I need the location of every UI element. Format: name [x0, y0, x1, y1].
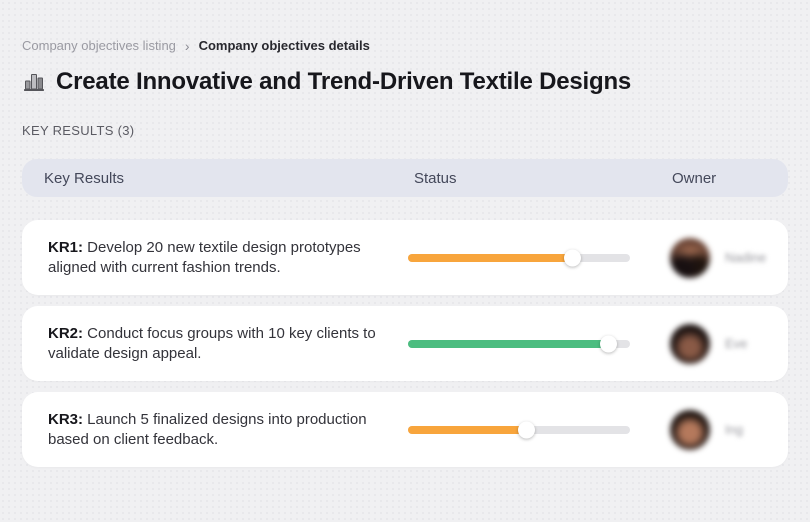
status-cell: [408, 249, 666, 266]
kr-id-label: KR3:: [48, 410, 84, 428]
owner-name: Eve: [725, 336, 748, 351]
objective-details-page: Company objectives listing › Company obj…: [0, 0, 810, 522]
progress-slider[interactable]: [408, 335, 630, 352]
progress-fill: [408, 335, 617, 352]
slider-thumb[interactable]: [517, 421, 535, 438]
title-row: Create Innovative and Trend-Driven Texti…: [22, 68, 788, 96]
progress-slider[interactable]: [408, 421, 630, 438]
key-results-count-label: KEY RESULTS (3): [22, 123, 135, 138]
kr-id-label: KR2:: [48, 324, 84, 342]
progress-slider[interactable]: [408, 249, 630, 266]
slider-thumb[interactable]: [564, 249, 582, 266]
table-row[interactable]: KR3: Launch 5 finalized designs into pro…: [22, 392, 788, 467]
table-row[interactable]: KR2: Conduct focus groups with 10 key cl…: [22, 306, 788, 381]
progress-fill: [408, 249, 582, 266]
table-row[interactable]: KR1: Develop 20 new textile design proto…: [22, 220, 788, 295]
column-header-owner: Owner: [672, 169, 717, 187]
kr-description: KR3: Launch 5 finalized designs into pro…: [22, 410, 408, 450]
owner-name: Ing: [725, 422, 744, 437]
breadcrumb: Company objectives listing › Company obj…: [22, 38, 788, 53]
avatar: [670, 323, 710, 364]
table-header: Key Results Status Owner: [22, 159, 788, 197]
owner-name: Nadine: [725, 250, 767, 265]
breadcrumb-link-listing[interactable]: Company objectives listing: [22, 38, 176, 53]
kr-text: Launch 5 finalized designs into producti…: [48, 410, 367, 448]
column-header-status: Status: [414, 169, 457, 187]
chevron-right-icon: ›: [184, 37, 190, 54]
slider-thumb[interactable]: [599, 335, 617, 352]
kr-text: Develop 20 new textile design prototypes…: [48, 238, 361, 276]
column-header-key-results: Key Results: [44, 169, 125, 187]
kr-id-label: KR1:: [48, 238, 84, 256]
buildings-chart-icon: [22, 70, 46, 94]
owner-cell: Nadine: [666, 237, 788, 278]
kr-description: KR1: Develop 20 new textile design proto…: [22, 238, 408, 278]
status-cell: [408, 421, 666, 438]
status-cell: [408, 335, 666, 352]
owner-cell: Eve: [666, 323, 788, 364]
kr-description: KR2: Conduct focus groups with 10 key cl…: [22, 324, 408, 364]
owner-cell: Ing: [666, 409, 788, 450]
page-title: Create Innovative and Trend-Driven Texti…: [56, 68, 632, 95]
kr-text: Conduct focus groups with 10 key clients…: [48, 324, 376, 362]
avatar: [670, 237, 710, 278]
avatar: [670, 409, 710, 450]
breadcrumb-current-details: Company objectives details: [198, 38, 370, 53]
progress-fill: [408, 421, 535, 438]
